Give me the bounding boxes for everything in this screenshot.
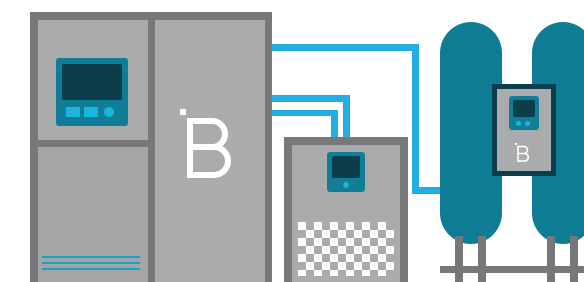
system-diagram — [0, 0, 584, 282]
tank-left-leg-2 — [478, 236, 486, 282]
pipe-top — [268, 44, 413, 51]
tank-right-leg-2 — [570, 236, 578, 282]
dryer-controller-screen — [332, 156, 360, 178]
controller-button-2 — [84, 107, 98, 117]
vent-line-3 — [42, 268, 140, 270]
vent-line-1 — [42, 256, 140, 258]
b-logo-icon — [514, 142, 534, 162]
pipe-middle-2 — [268, 110, 338, 116]
generator-controller-screen — [513, 100, 535, 117]
tank-base-bar — [440, 266, 584, 273]
pipe-middle-vertical-1 — [343, 95, 350, 140]
b-logo-icon — [178, 107, 242, 183]
generator-indicator-2 — [525, 121, 530, 126]
vent-grille-icon — [298, 222, 394, 276]
dryer-indicator — [343, 182, 349, 188]
pipe-middle-1 — [268, 95, 350, 102]
tank-left-leg-1 — [455, 236, 463, 282]
main-controller-screen — [62, 64, 122, 100]
controller-button-1 — [66, 107, 80, 117]
pipe-top-vertical — [412, 44, 419, 194]
vent-line-2 — [42, 262, 140, 264]
pipe-middle-vertical-2 — [331, 110, 338, 140]
tank-right-leg-1 — [547, 236, 555, 282]
generator-indicator-1 — [516, 121, 521, 126]
controller-button-3 — [104, 107, 114, 117]
